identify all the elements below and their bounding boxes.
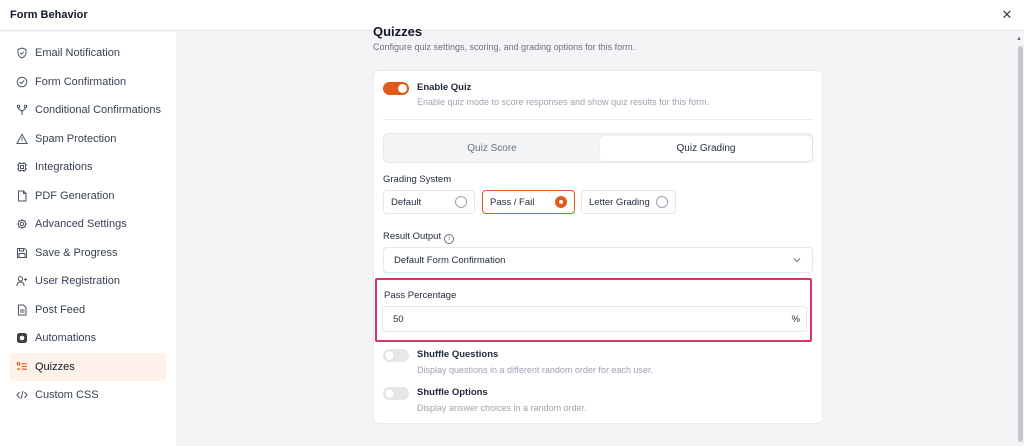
automation-icon [16, 332, 28, 344]
shuffle-questions-label: Shuffle Questions [417, 349, 499, 360]
shuffle-questions-description: Display questions in a different random … [417, 365, 653, 375]
radio-button [455, 196, 467, 208]
sidebar-item-label: Conditional Confirmations [35, 104, 161, 117]
sidebar-item-label: Post Feed [35, 303, 86, 316]
user-plus-icon [16, 275, 28, 287]
tab-quiz-grading[interactable]: Quiz Grading [600, 136, 812, 161]
sidebar: Email Notification Form Confirmation Con… [0, 32, 176, 446]
pass-percentage-input[interactable] [393, 313, 773, 325]
grading-option-default[interactable]: Default [383, 190, 475, 214]
scrollbar[interactable]: ▲ [1016, 32, 1024, 446]
sidebar-item-label: Advanced Settings [35, 218, 127, 231]
grading-system-label: Grading System [383, 174, 452, 185]
sidebar-item-label: Automations [35, 332, 97, 345]
file-icon [16, 190, 28, 202]
check-circle-icon [16, 76, 28, 88]
dialog-header: Form Behavior ✕ [0, 0, 1024, 31]
dialog-title: Form Behavior [10, 9, 88, 21]
radio-button [656, 196, 668, 208]
chip-icon [16, 161, 28, 173]
divider [383, 119, 813, 120]
grading-option-pass-fail[interactable]: Pass / Fail [482, 190, 575, 214]
tab-quiz-score[interactable]: Quiz Score [386, 136, 598, 161]
gear-icon [16, 218, 28, 230]
branch-icon [16, 104, 28, 116]
grading-option-letter-grading[interactable]: Letter Grading [581, 190, 676, 214]
sidebar-item-integrations[interactable]: Integrations [10, 153, 166, 182]
sidebar-item-automations[interactable]: Automations [10, 324, 166, 353]
sidebar-item-label: Integrations [35, 161, 93, 174]
result-output-value: Default Form Confirmation [394, 254, 506, 266]
sidebar-item-user-registration[interactable]: User Registration [10, 267, 166, 296]
warning-triangle-icon [16, 132, 28, 145]
sidebar-item-label: Quizzes [35, 360, 75, 373]
option-label: Default [391, 196, 422, 208]
shuffle-options-toggle[interactable] [383, 387, 409, 400]
option-label: Letter Grading [589, 196, 650, 208]
radio-button [555, 196, 567, 208]
sidebar-item-label: Spam Protection [35, 132, 117, 145]
toggle-knob [385, 389, 394, 398]
info-icon[interactable]: i [444, 234, 455, 244]
pass-percentage-label: Pass Percentage [384, 290, 457, 301]
sidebar-item-label: Form Confirmation [35, 75, 127, 88]
result-output-label: Result Output i [383, 231, 455, 244]
enable-quiz-toggle[interactable] [383, 82, 409, 95]
toggle-knob [385, 351, 394, 360]
sidebar-item-label: Custom CSS [35, 389, 99, 402]
sidebar-item-label: User Registration [35, 275, 120, 288]
option-label: Pass / Fail [490, 196, 535, 208]
percent-unit: % [791, 313, 800, 325]
result-output-select[interactable]: Default Form Confirmation [383, 247, 813, 273]
scrollbar-thumb[interactable] [1018, 46, 1023, 442]
sidebar-item-spam-protection[interactable]: Spam Protection [10, 125, 166, 154]
result-output-label-text: Result Output [383, 231, 442, 242]
sidebar-item-advanced-settings[interactable]: Advanced Settings [10, 210, 166, 239]
save-icon [16, 247, 28, 259]
main-content: Quizzes Configure quiz settings, scoring… [176, 24, 1024, 446]
sidebar-item-label: PDF Generation [35, 189, 115, 202]
sidebar-item-save-progress[interactable]: Save & Progress [10, 239, 166, 268]
quiz-tabs: Quiz Score Quiz Grading [383, 133, 813, 163]
sidebar-item-custom-css[interactable]: Custom CSS [10, 381, 166, 410]
shuffle-questions-toggle[interactable] [383, 349, 409, 362]
close-icon[interactable]: ✕ [1000, 8, 1014, 22]
enable-quiz-label: Enable Quiz [417, 82, 472, 93]
page-title: Quizzes [373, 24, 423, 39]
document-icon [16, 304, 28, 316]
sidebar-item-label: Email Notification [35, 47, 120, 60]
enable-quiz-description: Enable quiz mode to score responses and … [417, 97, 710, 107]
sidebar-item-conditional-confirmations[interactable]: Conditional Confirmations [10, 96, 166, 125]
page-description: Configure quiz settings, scoring, and gr… [373, 42, 636, 52]
scroll-up-arrow-icon[interactable]: ▲ [1016, 36, 1022, 42]
quiz-settings-card: Enable Quiz Enable quiz mode to score re… [373, 70, 823, 424]
toggle-knob [398, 84, 407, 93]
pass-percentage-field: % [382, 306, 807, 332]
code-icon [16, 389, 28, 401]
shuffle-options-description: Display answer choices in a random order… [417, 403, 587, 413]
sidebar-item-quizzes[interactable]: Quizzes [10, 352, 166, 381]
shuffle-options-label: Shuffle Options [417, 387, 488, 398]
sidebar-item-label: Save & Progress [35, 246, 118, 259]
sidebar-item-form-confirmation[interactable]: Form Confirmation [10, 68, 166, 97]
chevron-down-icon [793, 258, 801, 263]
sidebar-item-post-feed[interactable]: Post Feed [10, 296, 166, 325]
quiz-list-icon [16, 361, 28, 373]
shield-check-icon [16, 47, 28, 59]
sidebar-item-pdf-generation[interactable]: PDF Generation [10, 182, 166, 211]
sidebar-item-email-notification[interactable]: Email Notification [10, 39, 166, 68]
